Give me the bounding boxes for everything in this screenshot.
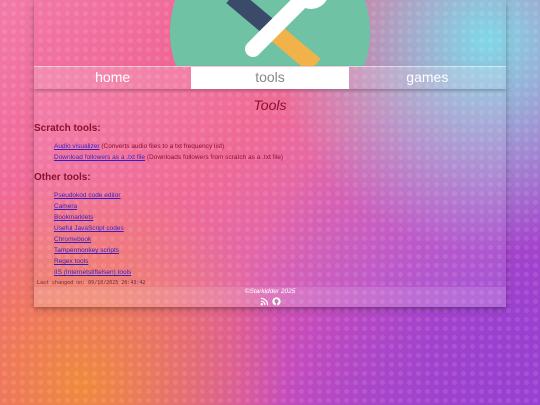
- list-item: Camera: [54, 201, 506, 212]
- github-icon[interactable]: [271, 297, 281, 306]
- iis-tools-link[interactable]: IIS (Internetstiftelsen) tools: [54, 269, 131, 276]
- tampermonkey-link[interactable]: Tampermonkey scripts: [54, 247, 119, 254]
- list-item: IIS (Internetstiftelsen) tools: [54, 267, 506, 278]
- audio-visualizer-link[interactable]: Audio visualizer: [54, 143, 100, 150]
- other-tools-heading: Other tools:: [34, 172, 91, 183]
- page-title: Tools: [253, 97, 287, 113]
- copyright-text: ©Starkidder 2025: [244, 288, 296, 295]
- link-note: (Downloads followers from scratch as a .…: [145, 154, 284, 161]
- pseudokod-editor-link[interactable]: Pseudokod code editor: [54, 192, 121, 199]
- list-item: Pseudokod code editor: [54, 190, 506, 201]
- footer-icons: [34, 297, 506, 306]
- list-item: Chromebook: [54, 234, 506, 245]
- rss-icon[interactable]: [260, 297, 269, 306]
- download-followers-link[interactable]: Download followers as a .txt file: [54, 154, 145, 161]
- list-item: Regex tools: [54, 256, 506, 267]
- other-tools-list: Pseudokod code editor Camera Bookmarklet…: [54, 190, 506, 278]
- chromebook-link[interactable]: Chromebook: [54, 236, 91, 243]
- nav-games[interactable]: games: [348, 67, 506, 89]
- javascript-codes-link[interactable]: Useful JavaScript codes: [54, 225, 124, 232]
- list-item: Useful JavaScript codes: [54, 223, 506, 234]
- tools-logo-icon: [170, 0, 370, 66]
- main-content: Tools Scratch tools: Audio visualizer (C…: [34, 89, 506, 287]
- list-item: Download followers as a .txt file (Downl…: [54, 152, 506, 163]
- nav-tools[interactable]: tools: [191, 67, 349, 89]
- scratch-tools-list: Audio visualizer (Converts audio files t…: [54, 141, 506, 163]
- link-note: (Converts audio files to a txt frequency…: [99, 143, 225, 150]
- hero-banner: [34, 0, 506, 66]
- bookmarklets-link[interactable]: Bookmarklets: [54, 214, 93, 221]
- footer: ©Starkidder 2025: [34, 287, 506, 307]
- scratch-tools-heading: Scratch tools:: [34, 123, 101, 134]
- page-container: home tools games Tools Scratch tools: Au…: [34, 0, 506, 307]
- list-item: Audio visualizer (Converts audio files t…: [54, 141, 506, 152]
- regex-tools-link[interactable]: Regex tools: [54, 258, 88, 265]
- camera-link[interactable]: Camera: [54, 203, 77, 210]
- nav-home[interactable]: home: [34, 67, 192, 89]
- list-item: Bookmarklets: [54, 212, 506, 223]
- last-changed-text: Last changed on: 09/10/2025 20:43:42: [37, 280, 146, 286]
- main-nav: home tools games: [34, 66, 506, 89]
- list-item: Tampermonkey scripts: [54, 245, 506, 256]
